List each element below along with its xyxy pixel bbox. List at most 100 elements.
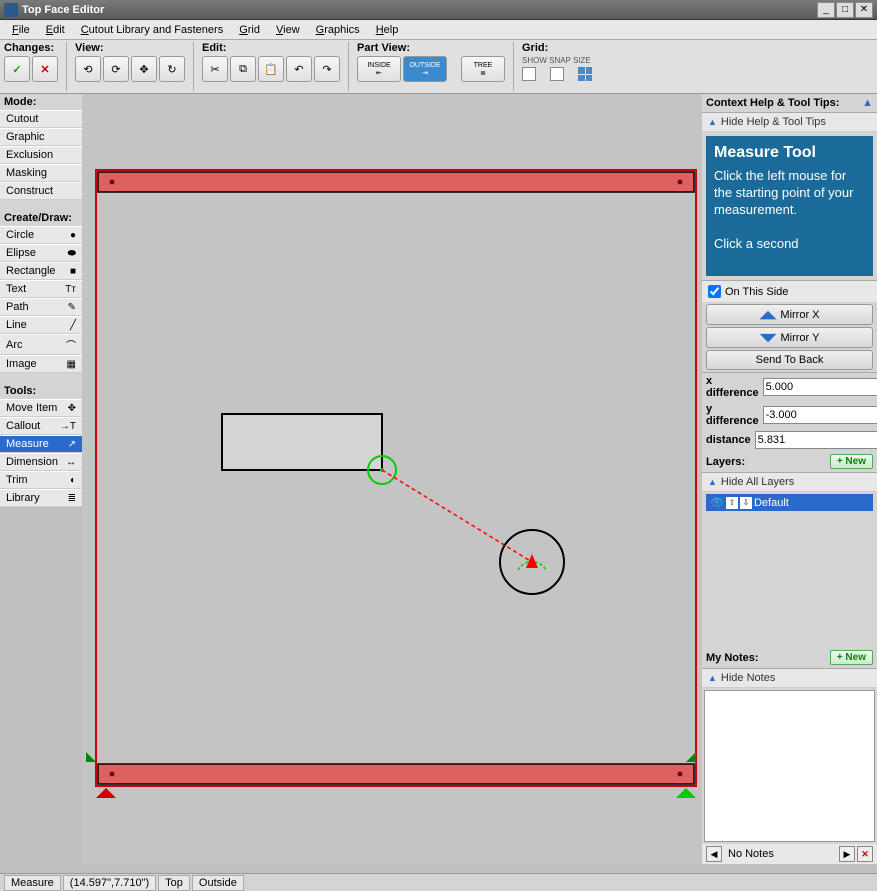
notes-header: My Notes: + New: [702, 647, 877, 669]
eye-icon[interactable]: 👁: [710, 496, 724, 509]
view-label: View:: [75, 42, 185, 54]
create-arc[interactable]: Arc⌒: [0, 334, 82, 355]
measure-icon: ↗: [68, 439, 76, 450]
accept-button[interactable]: ✓: [4, 56, 30, 82]
create-line[interactable]: Line╱: [0, 316, 82, 334]
create-image[interactable]: Image▦: [0, 355, 82, 373]
tool-library[interactable]: Library≣: [0, 489, 82, 507]
note-delete-button[interactable]: ✕: [857, 846, 873, 862]
hide-layers-button[interactable]: ▲ Hide All Layers: [702, 473, 877, 492]
create-ellipse[interactable]: Elipse⬬: [0, 244, 82, 262]
partview-label: Part View:: [357, 42, 505, 54]
create-path[interactable]: Path✎: [0, 298, 82, 316]
mirror-y-icon: ◥◤: [760, 331, 777, 344]
copy-button[interactable]: ⧉: [230, 56, 256, 82]
arrow-up-icon: ▲: [708, 477, 717, 487]
menu-bar: File Edit Cutout Library and Fasteners G…: [0, 20, 877, 40]
on-this-side-label: On This Side: [725, 286, 788, 298]
menu-view[interactable]: View: [268, 22, 308, 38]
layers-list: 👁 ⇧ ⇩ Default: [702, 492, 877, 647]
tooltip-body: Click the left mouse for the starting po…: [714, 168, 865, 252]
dist-input[interactable]: [755, 431, 877, 449]
maximize-button[interactable]: □: [836, 2, 854, 18]
rectangle-icon: ■: [70, 266, 76, 277]
minimize-button[interactable]: _: [817, 2, 835, 18]
mode-masking[interactable]: Masking: [0, 164, 82, 182]
create-rectangle[interactable]: Rectangle■: [0, 262, 82, 280]
window-title: Top Face Editor: [22, 4, 816, 16]
text-icon: Tᴛ: [65, 284, 76, 295]
circle-icon: ●: [70, 230, 76, 241]
new-note-button[interactable]: + New: [830, 650, 873, 665]
status-coords: (14.597",7.710"): [63, 875, 156, 891]
grid-snap-checkbox[interactable]: [550, 67, 564, 81]
menu-grid[interactable]: Grid: [231, 22, 268, 38]
path-icon: ✎: [68, 302, 76, 313]
menu-graphics[interactable]: Graphics: [308, 22, 368, 38]
image-icon: ▦: [67, 359, 76, 370]
new-layer-button[interactable]: + New: [830, 454, 873, 469]
cut-button[interactable]: ✂: [202, 56, 228, 82]
tool-dimension[interactable]: Dimension↔: [0, 453, 82, 471]
ydiff-input[interactable]: [763, 406, 877, 424]
canvas[interactable]: [82, 94, 702, 864]
arc-icon: ⌒: [66, 337, 76, 352]
layer-name: Default: [754, 497, 789, 509]
create-circle[interactable]: Circle●: [0, 226, 82, 244]
mirror-x-button[interactable]: ◢◣ Mirror X: [706, 304, 873, 325]
mode-cutout[interactable]: Cutout: [0, 110, 82, 128]
layer-default[interactable]: 👁 ⇧ ⇩ Default: [706, 494, 873, 511]
zoom-in-button[interactable]: ⟳: [103, 56, 129, 82]
edit-label: Edit:: [202, 42, 340, 54]
create-text[interactable]: TextTᴛ: [0, 280, 82, 298]
redo-button[interactable]: ↷: [314, 56, 340, 82]
arrow-up-icon: ▲: [708, 117, 717, 127]
hide-tips-button[interactable]: ▲ Hide Help & Tool Tips: [702, 113, 877, 132]
tooltip-title: Measure Tool: [714, 144, 865, 162]
tool-move-item[interactable]: Move Item✥: [0, 399, 82, 417]
layer-up-icon[interactable]: ⇧: [726, 497, 738, 509]
note-prev-button[interactable]: ◀: [706, 846, 722, 862]
outside-button[interactable]: OUTSIDE⇥: [403, 56, 447, 82]
ellipse-icon: ⬬: [67, 248, 76, 259]
tree-button[interactable]: TREE≣: [461, 56, 505, 82]
ydiff-label: y difference: [706, 403, 759, 427]
on-this-side-checkbox[interactable]: [708, 285, 721, 298]
layer-down-icon[interactable]: ⇩: [740, 497, 752, 509]
create-header: Create/Draw:: [0, 210, 82, 226]
grid-show-checkbox[interactable]: [522, 67, 536, 81]
tool-measure[interactable]: Measure↗: [0, 435, 82, 453]
right-panel: Context Help & Tool Tips: ▲ ▲ Hide Help …: [702, 94, 877, 864]
paste-button[interactable]: 📋: [258, 56, 284, 82]
tool-callout[interactable]: Callout→T: [0, 417, 82, 435]
mode-header: Mode:: [0, 94, 82, 110]
tool-trim[interactable]: Trim◐: [0, 471, 82, 489]
menu-edit[interactable]: Edit: [38, 22, 73, 38]
menu-help[interactable]: Help: [368, 22, 407, 38]
notes-nav: ◀ No Notes ▶ ✕: [702, 844, 877, 864]
notes-textarea[interactable]: [704, 690, 875, 842]
status-bar: Measure (14.597",7.710") Top Outside: [0, 873, 877, 891]
zoom-out-button[interactable]: ⟲: [75, 56, 101, 82]
grid-size-button[interactable]: [578, 67, 592, 81]
menu-cutout-library[interactable]: Cutout Library and Fasteners: [73, 22, 231, 38]
xdiff-input[interactable]: [763, 378, 877, 396]
mirror-y-button[interactable]: ◥◤ Mirror Y: [706, 327, 873, 348]
menu-file[interactable]: File: [4, 22, 38, 38]
close-button[interactable]: ✕: [855, 2, 873, 18]
reject-button[interactable]: ✕: [32, 56, 58, 82]
left-panel: Mode: Cutout Graphic Exclusion Masking C…: [0, 94, 82, 507]
mode-exclusion[interactable]: Exclusion: [0, 146, 82, 164]
pan-button[interactable]: ✥: [131, 56, 157, 82]
refresh-button[interactable]: ↻: [159, 56, 185, 82]
mode-construct[interactable]: Construct: [0, 182, 82, 200]
collapse-up-icon[interactable]: ▲: [862, 97, 873, 109]
move-icon: ✥: [68, 403, 76, 414]
mode-graphic[interactable]: Graphic: [0, 128, 82, 146]
undo-button[interactable]: ↶: [286, 56, 312, 82]
send-to-back-button[interactable]: Send To Back: [706, 350, 873, 370]
inside-button[interactable]: INSIDE⇤: [357, 56, 401, 82]
note-next-button[interactable]: ▶: [839, 846, 855, 862]
hide-notes-button[interactable]: ▲ Hide Notes: [702, 669, 877, 688]
callout-icon: →T: [60, 421, 76, 432]
